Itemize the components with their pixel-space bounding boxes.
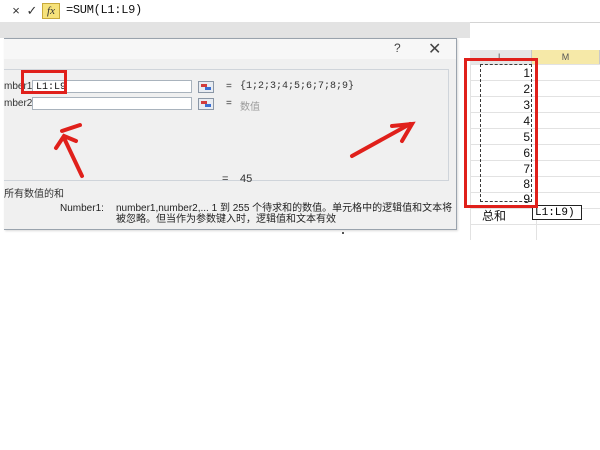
annotation-arrows — [54, 121, 416, 178]
screenshot-area: × ✓ fx =SUM(L1:L9) L M 1 2 3 4 5 6 7 8 9… — [0, 0, 600, 240]
stray-dot — [342, 232, 344, 234]
arrow-left-tick — [60, 123, 82, 133]
arrow-left-shaft — [62, 136, 84, 178]
